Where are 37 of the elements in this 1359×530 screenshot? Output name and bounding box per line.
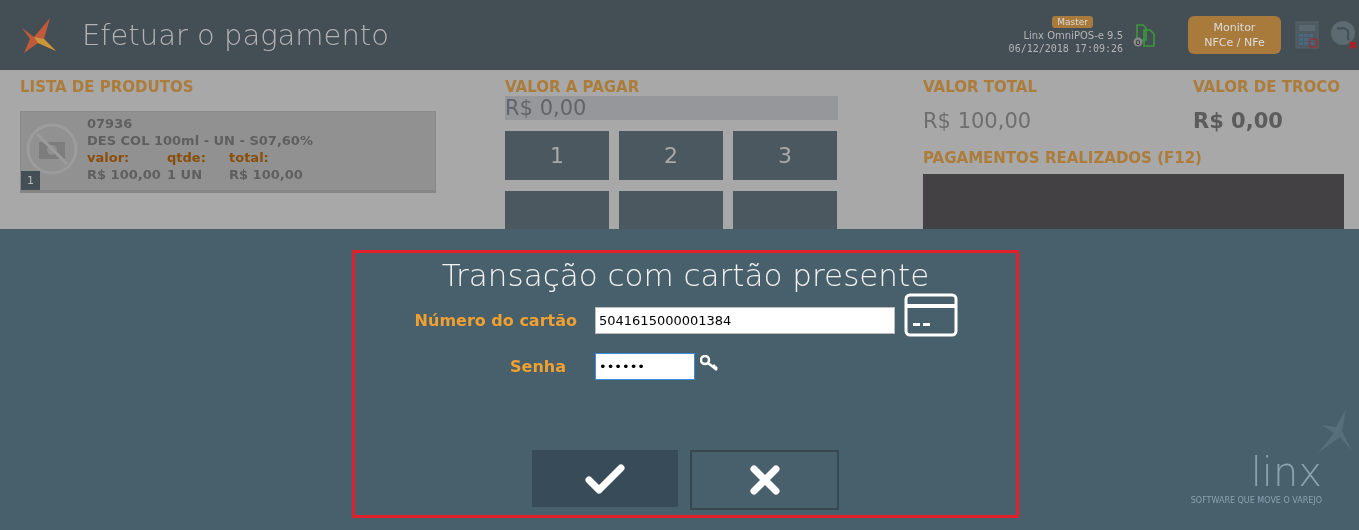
section-heading: PAGAMENTOS REALIZADOS (F12) bbox=[923, 149, 1203, 169]
quantity-label: qtde: bbox=[167, 149, 207, 166]
total-value: R$ 100,00 bbox=[923, 109, 1033, 135]
total-label: total: bbox=[229, 149, 270, 166]
page-title: Efetuar o pagamento bbox=[82, 18, 390, 52]
credit-card-icon[interactable] bbox=[904, 293, 958, 337]
check-icon bbox=[585, 462, 625, 495]
item-number: 1 bbox=[21, 171, 40, 190]
section-heading: VALOR TOTAL bbox=[923, 78, 1038, 98]
value-label: valor: bbox=[87, 149, 131, 166]
edition-badge: Master bbox=[1052, 16, 1093, 28]
no-photo-icon bbox=[25, 122, 79, 176]
keypad-button[interactable]: 1 bbox=[505, 131, 609, 180]
field-label: Número do cartão bbox=[413, 310, 577, 330]
brand-tagline: SOFTWARE QUE MOVE O VAREJO bbox=[1190, 496, 1322, 505]
date-time: 06/12/2018 17:09:26 bbox=[1008, 43, 1123, 54]
keypad-button[interactable]: 3 bbox=[733, 131, 837, 180]
brand-name: linx bbox=[1250, 454, 1322, 490]
confirm-button[interactable] bbox=[532, 450, 678, 507]
key-icon bbox=[700, 354, 720, 371]
keypad-button[interactable] bbox=[619, 191, 723, 229]
keypad-button[interactable] bbox=[505, 191, 609, 229]
close-icon bbox=[748, 464, 781, 496]
keypad-button[interactable]: 2 bbox=[619, 131, 723, 180]
card-number-field[interactable]: 5041615000001384 bbox=[595, 306, 895, 334]
password-field[interactable]: •••••• bbox=[595, 353, 695, 380]
calculator-icon[interactable] bbox=[1295, 21, 1319, 49]
product-version: Linx OmniPOS-e 9.5 bbox=[1023, 30, 1123, 41]
change-value: R$ 0,00 bbox=[1193, 109, 1284, 135]
section-heading: VALOR A PAGAR bbox=[505, 78, 641, 96]
monitor-button[interactable]: Monitor NFCe / NFe bbox=[1188, 16, 1281, 54]
field-label: Senha bbox=[509, 357, 566, 376]
keypad-button[interactable] bbox=[733, 191, 837, 229]
cancel-button[interactable] bbox=[690, 450, 839, 510]
section-heading: VALOR DE TROCO bbox=[1193, 78, 1340, 98]
section-heading: LISTA DE PRODUTOS bbox=[20, 78, 195, 98]
dialog-title: Transação com cartão presente bbox=[441, 257, 930, 293]
